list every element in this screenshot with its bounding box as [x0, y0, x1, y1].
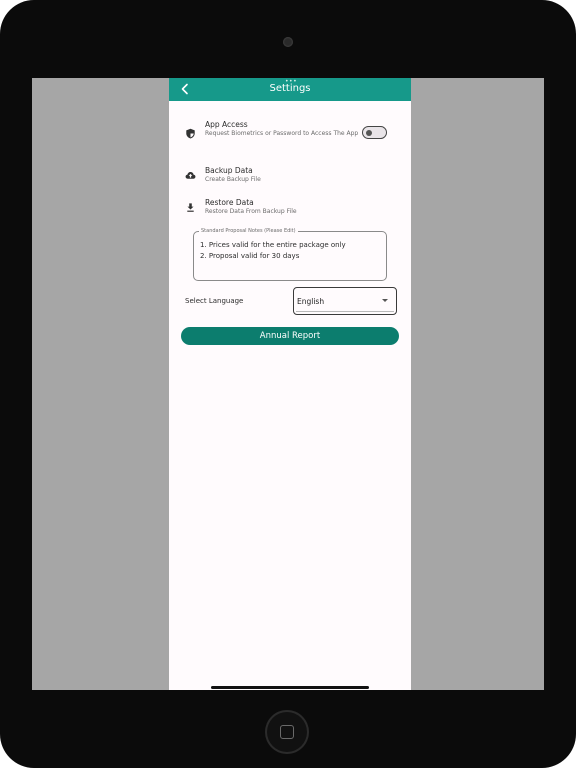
download-icon — [187, 203, 194, 212]
home-button[interactable] — [265, 710, 309, 754]
caret-down-icon — [382, 299, 388, 302]
settings-screen: ••• Settings App Access Request Biometri… — [169, 78, 411, 690]
app-access-subtitle: Request Biometrics or Password to Access… — [205, 130, 359, 137]
backup-data-label: Backup Data — [205, 166, 253, 175]
proposal-notes-legend: Standard Proposal Notes (Please Edit) — [199, 228, 298, 235]
shield-icon — [186, 128, 195, 139]
toggle-knob — [366, 129, 372, 136]
restore-data-row[interactable]: Restore Data Restore Data From Backup Fi… — [169, 197, 411, 219]
front-camera — [283, 37, 293, 47]
proposal-notes-field[interactable]: Standard Proposal Notes (Please Edit) 1.… — [193, 228, 387, 281]
restore-data-label: Restore Data — [205, 198, 254, 207]
app-access-toggle[interactable] — [362, 126, 387, 139]
app-access-label: App Access — [205, 120, 248, 129]
select-language-label: Select Language — [185, 297, 244, 305]
page-title: Settings — [269, 83, 311, 94]
app-bar: ••• Settings — [169, 78, 411, 101]
home-indicator — [211, 686, 369, 689]
restore-data-subtitle: Restore Data From Backup File — [205, 208, 297, 215]
cloud-upload-icon — [185, 172, 196, 179]
language-dropdown[interactable]: English — [293, 287, 397, 315]
backup-data-subtitle: Create Backup File — [205, 176, 261, 183]
annual-report-button[interactable]: Annual Report — [181, 327, 399, 345]
home-button-square-icon — [280, 725, 294, 739]
proposal-note-line: 1. Prices valid for the entire package o… — [200, 241, 346, 249]
dropdown-underline — [296, 311, 394, 312]
backup-data-row[interactable]: Backup Data Create Backup File — [169, 165, 411, 187]
language-selected-value: English — [297, 297, 325, 306]
proposal-note-line: 2. Proposal valid for 30 days — [200, 252, 300, 260]
